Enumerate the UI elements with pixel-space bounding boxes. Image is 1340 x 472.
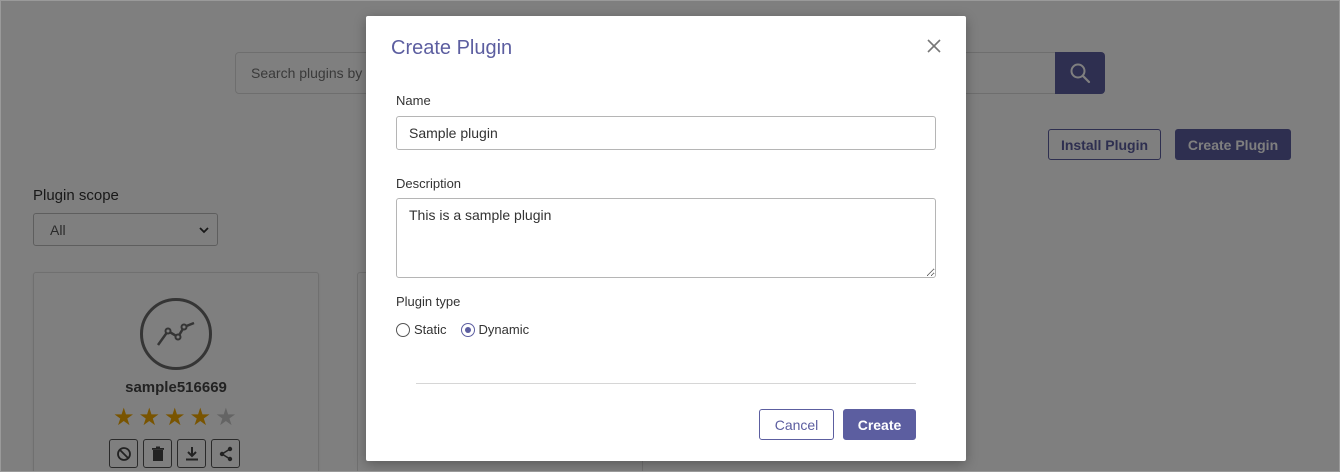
create-plugin-dialog: Create Plugin Name Description This is a…: [366, 16, 966, 461]
radio-dynamic-label: Dynamic: [478, 322, 530, 337]
plugin-type-label: Plugin type: [396, 294, 461, 309]
radio-dynamic-indicator[interactable]: [460, 322, 475, 337]
description-label: Description: [396, 176, 462, 191]
dialog-title: Create Plugin: [391, 37, 513, 59]
radio-selected-dot: [464, 326, 471, 333]
name-label: Name: [396, 93, 431, 108]
create-button[interactable]: Create: [843, 409, 916, 440]
app-frame: Install Plugin Create Plugin Plugin scop…: [0, 0, 1340, 472]
plugin-type-group: Static Dynamic: [396, 322, 543, 337]
close-icon[interactable]: [925, 37, 943, 55]
cancel-button[interactable]: Cancel: [759, 409, 834, 440]
dialog-divider: [416, 383, 916, 384]
radio-static[interactable]: Static: [396, 322, 447, 337]
radio-static-indicator[interactable]: [396, 322, 410, 337]
radio-dynamic[interactable]: Dynamic: [460, 322, 530, 337]
name-field[interactable]: [396, 116, 936, 150]
description-field[interactable]: This is a sample plugin: [396, 198, 936, 278]
radio-static-label: Static: [414, 322, 447, 337]
